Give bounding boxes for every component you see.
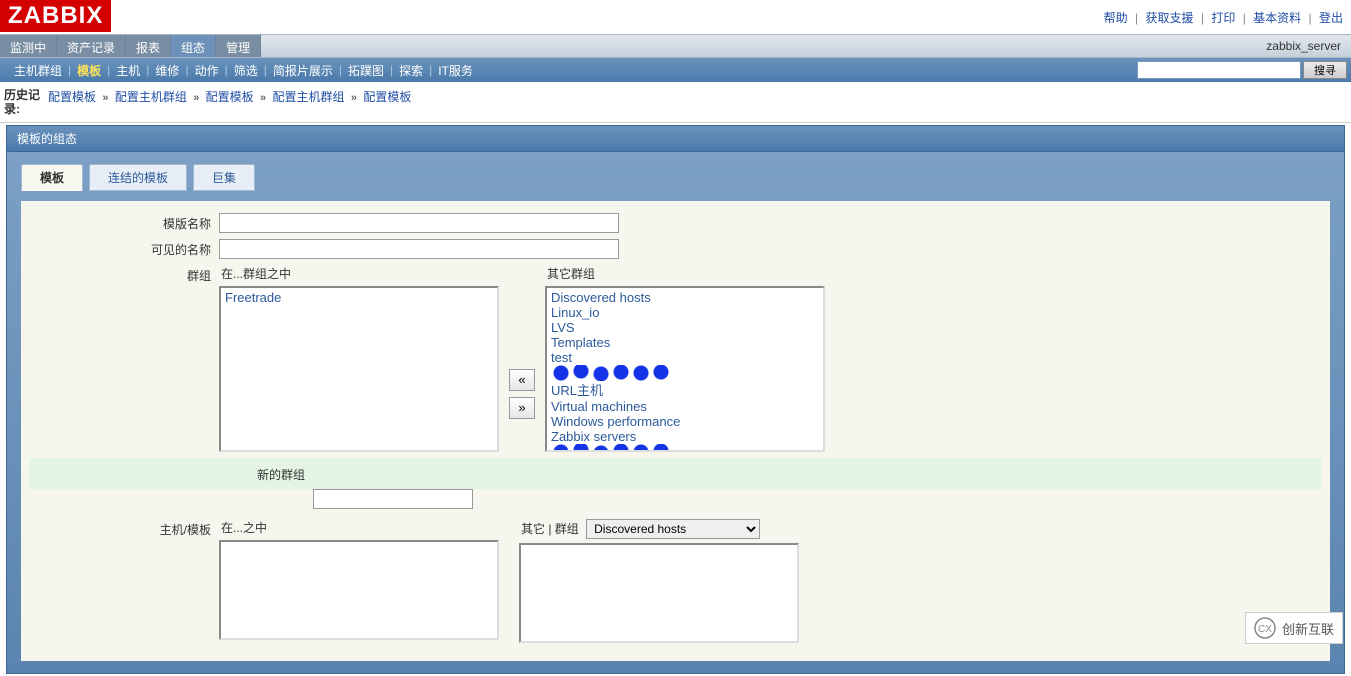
- listbox-option[interactable]: Discovered hosts: [551, 290, 819, 305]
- label-visible: 可见的名称: [29, 239, 219, 258]
- listbox-option[interactable]: Freetrade: [225, 290, 493, 305]
- header: ZABBIX 帮助 | 获取支援 | 打印 | 基本资料 | 登出: [0, 0, 1351, 34]
- nav1-reports[interactable]: 报表: [126, 35, 171, 57]
- search-button[interactable]: 搜寻: [1303, 61, 1347, 79]
- link-support[interactable]: 获取支援: [1146, 11, 1194, 25]
- svg-text:CX: CX: [1258, 624, 1272, 635]
- label-other-hosts: 其它 | 群组 Discovered hosts: [519, 519, 799, 539]
- panel-body: 模板 连结的模板 巨集 模版名称 可见的名称 群组 在...群组之中: [6, 152, 1345, 674]
- search-input[interactable]: [1137, 61, 1301, 79]
- listbox-option[interactable]: [551, 365, 819, 380]
- tab-template[interactable]: 模板: [21, 164, 83, 191]
- link-logout[interactable]: 登出: [1319, 11, 1343, 25]
- nav2: 主机群组| 模板| 主机| 维修| 动作| 筛选| 简报片展示| 拓蹼图| 探索…: [0, 58, 1351, 82]
- input-template-name[interactable]: [219, 213, 619, 233]
- form-area: 模版名称 可见的名称 群组 在...群组之中 Freetrade: [21, 201, 1330, 661]
- search-box: 搜寻: [1137, 61, 1347, 79]
- listbox-option[interactable]: Linux_io: [551, 305, 819, 320]
- nav2-maps[interactable]: 拓蹼图: [342, 62, 390, 79]
- link-profile[interactable]: 基本资料: [1253, 11, 1301, 25]
- label-hosts: 主机/模板: [29, 519, 219, 538]
- header-links: 帮助 | 获取支援 | 打印 | 基本资料 | 登出: [1104, 0, 1351, 26]
- watermark: CX 创新互联: [1245, 612, 1343, 644]
- nav1-administration[interactable]: 管理: [216, 35, 261, 57]
- label-in-groups: 在...群组之中: [219, 265, 499, 282]
- server-name: zabbix_server: [1256, 35, 1351, 57]
- label-other-groups: 其它群组: [545, 265, 825, 282]
- tab-macros[interactable]: 巨集: [193, 164, 255, 191]
- nav2-discovery[interactable]: 探索: [393, 62, 429, 79]
- listbox-option[interactable]: Virtual machines: [551, 399, 819, 414]
- listbox-option[interactable]: URL主机: [551, 380, 819, 399]
- crumb[interactable]: 配置主机群组: [272, 90, 344, 104]
- input-visible-name[interactable]: [219, 239, 619, 259]
- label-new-group: 新的群组: [29, 464, 313, 483]
- listbox-in-groups[interactable]: Freetrade: [219, 286, 499, 452]
- listbox-in-hosts[interactable]: [219, 540, 499, 640]
- label-in: 在...之中: [219, 519, 499, 536]
- listbox-option[interactable]: Templates: [551, 335, 819, 350]
- crumb[interactable]: 配置模板: [48, 90, 96, 104]
- nav2-actions[interactable]: 动作: [189, 62, 225, 79]
- crumb[interactable]: 配置模板: [363, 90, 411, 104]
- nav1-monitoring[interactable]: 监测中: [0, 35, 57, 57]
- logo[interactable]: ZABBIX: [0, 0, 111, 32]
- tab-linked[interactable]: 连结的模板: [89, 164, 187, 191]
- nav1-inventory[interactable]: 资产记录: [57, 35, 126, 57]
- nav1-configuration[interactable]: 组态: [171, 35, 216, 57]
- listbox-other-groups[interactable]: Discovered hostsLinux_ioLVSTemplatestest…: [545, 286, 825, 452]
- nav2-maintenance[interactable]: 维修: [149, 62, 185, 79]
- panel-title: 模板的组态: [6, 125, 1345, 152]
- listbox-option[interactable]: Zabbix servers: [551, 429, 819, 444]
- history-bar: 历史记录: 配置模板 » 配置主机群组 » 配置模板 » 配置主机群组 » 配置…: [0, 82, 1351, 123]
- mover-buttons: « »: [499, 265, 545, 452]
- listbox-option[interactable]: [551, 444, 819, 452]
- move-left-button[interactable]: «: [509, 369, 535, 391]
- label-name: 模版名称: [29, 213, 219, 232]
- breadcrumbs: 配置模板 » 配置主机群组 » 配置模板 » 配置主机群组 » 配置模板: [48, 88, 411, 116]
- link-print[interactable]: 打印: [1211, 11, 1235, 25]
- listbox-option[interactable]: LVS: [551, 320, 819, 335]
- nav1: 监测中 资产记录 报表 组态 管理 zabbix_server: [0, 34, 1351, 58]
- listbox-other-hosts[interactable]: [519, 543, 799, 643]
- watermark-text: 创新互联: [1282, 619, 1334, 638]
- history-label: 历史记录:: [4, 88, 48, 116]
- tabs: 模板 连结的模板 巨集: [21, 164, 1330, 191]
- watermark-icon: CX: [1254, 617, 1276, 639]
- listbox-option[interactable]: test: [551, 350, 819, 365]
- nav2-itservices[interactable]: IT服务: [432, 62, 479, 79]
- crumb[interactable]: 配置模板: [206, 90, 254, 104]
- listbox-option[interactable]: Windows performance: [551, 414, 819, 429]
- nav2-hostgroups[interactable]: 主机群组: [8, 62, 68, 79]
- move-right-button[interactable]: »: [509, 397, 535, 419]
- crumb[interactable]: 配置主机群组: [115, 90, 187, 104]
- dropdown-hostgroup[interactable]: Discovered hosts: [586, 519, 760, 539]
- input-new-group[interactable]: [313, 489, 473, 509]
- link-help[interactable]: 帮助: [1104, 11, 1128, 25]
- label-groups: 群组: [29, 265, 219, 284]
- nav2-screening[interactable]: 筛选: [228, 62, 264, 79]
- nav2-slideshow[interactable]: 简报片展示: [267, 62, 339, 79]
- nav2-templates[interactable]: 模板: [71, 62, 107, 79]
- nav2-hosts[interactable]: 主机: [110, 62, 146, 79]
